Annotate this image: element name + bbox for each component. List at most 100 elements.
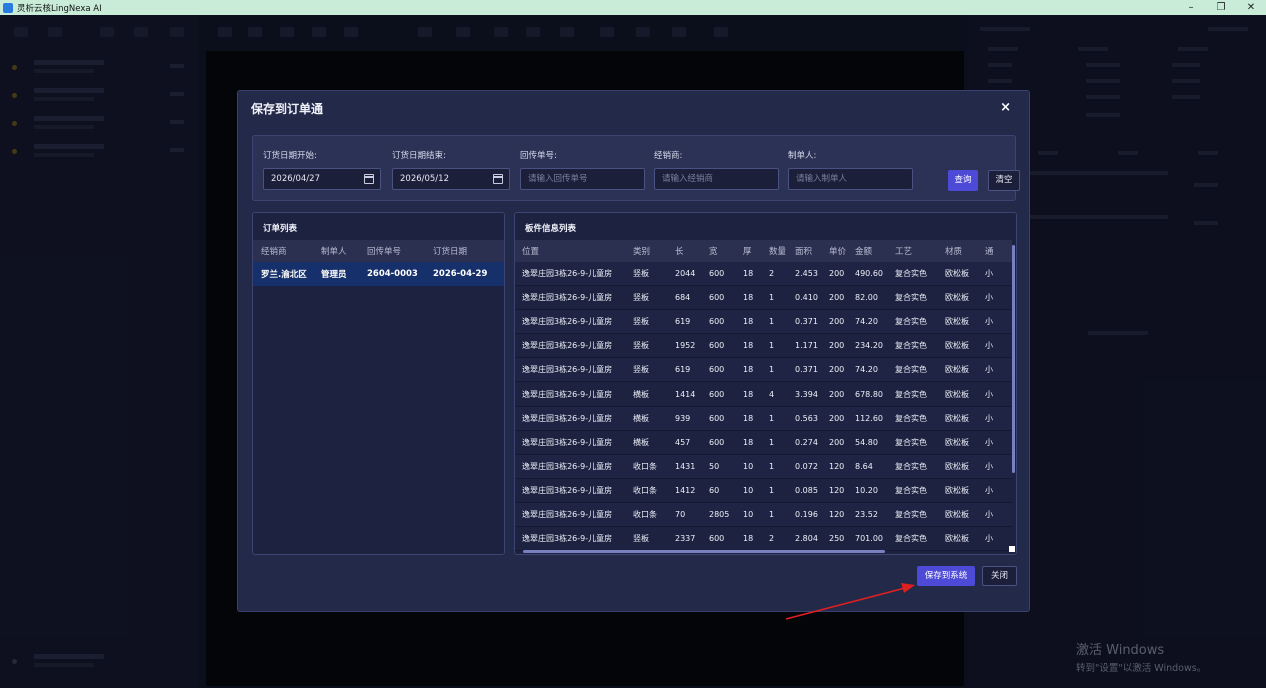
order-col-dealer[interactable]: 经销商 — [253, 245, 321, 257]
panel-cell: 200 — [829, 293, 845, 303]
panel-cell: 82.00 — [855, 293, 878, 303]
panel-col-header[interactable]: 数量 — [769, 245, 795, 257]
panel-cell: 250 — [829, 534, 845, 544]
window-controls: – ❐ ✕ — [1176, 0, 1266, 15]
panel-col-header[interactable]: 金额 — [855, 245, 895, 257]
order-cell: 2026-04-29 — [433, 269, 488, 279]
panel-cell: 50 — [709, 461, 720, 471]
panel-cell: 逸翠庄园3栋26-9-儿童房 — [522, 269, 613, 279]
panel-col-header[interactable]: 单价 — [829, 245, 855, 257]
dialog-close-icon[interactable]: × — [1000, 100, 1011, 115]
order-row-selected[interactable]: 罗兰.渝北区 管理员 2604-0003 2026-04-29 — [253, 262, 504, 286]
panel-cell: 1 — [769, 413, 775, 423]
filter-panel: 订货日期开始: 2026/04/27 订货日期结束: 2026/05/12 回传… — [252, 135, 1020, 201]
panel-row[interactable]: 逸翠庄园3栋26-9-儿童房 竖板 1952 600 18 1 1.171 200 234.20… — [515, 334, 1012, 359]
scrollbar-corner — [1009, 546, 1015, 552]
panel-row[interactable]: 逸翠庄园3栋26-9-儿童房 收口条 70 2805 10 1 0.196 120 23.52 复… — [515, 502, 1012, 528]
maximize-button[interactable]: ❐ — [1206, 0, 1236, 15]
panel-col-header[interactable]: 位置 — [515, 245, 633, 257]
panel-cell: 0.371 — [795, 317, 818, 327]
panel-col-header[interactable]: 面积 — [795, 245, 829, 257]
date-end-label: 订货日期结束: — [392, 151, 446, 161]
panel-row[interactable]: 逸翠庄园3栋26-9-儿童房 横板 457 600 18 1 0.274 200 54.80 复合… — [515, 430, 1012, 455]
panel-cell: 复合实色 — [895, 485, 927, 495]
panel-cell: 939 — [675, 413, 691, 423]
panel-col-header[interactable]: 类别 — [633, 245, 675, 257]
panel-row[interactable]: 逸翠庄园3栋26-9-儿童房 收口条 1412 60 10 1 0.085 120 10.20 复… — [515, 478, 1012, 503]
return-no-label: 回传单号: — [520, 151, 557, 161]
panel-row[interactable]: 逸翠庄园3栋26-9-儿童房 竖板 2044 600 18 2 2.453 200 490.60… — [515, 262, 1012, 287]
panel-row[interactable]: 逸翠庄园3栋26-9-儿童房 竖板 684 600 18 1 0.410 200 82.00 复合… — [515, 286, 1012, 311]
minimize-button[interactable]: – — [1176, 0, 1206, 15]
panel-cell: 逸翠庄园3栋26-9-儿童房 — [522, 389, 613, 399]
order-col-maker[interactable]: 制单人 — [321, 245, 367, 257]
panel-cell: 701.00 — [855, 534, 883, 544]
panel-cell: 18 — [743, 341, 754, 351]
horizontal-scrollbar[interactable] — [515, 550, 1012, 554]
save-to-order-dialog: 保存到订单通 × 订货日期开始: 2026/04/27 订货日期结束: 2026… — [237, 90, 1030, 612]
query-button[interactable]: 查询 — [948, 170, 978, 191]
panel-col-header[interactable]: 长 — [675, 245, 709, 257]
panel-cell: 1 — [769, 317, 775, 327]
panel-cell: 小 — [985, 485, 993, 495]
panel-cell: 1 — [769, 461, 775, 471]
app-logo-icon — [3, 2, 13, 13]
panel-cell: 0.072 — [795, 461, 818, 471]
panel-cell: 复合实色 — [895, 461, 927, 471]
order-col-return-no[interactable]: 回传单号 — [367, 245, 433, 257]
calendar-icon[interactable] — [493, 174, 503, 184]
horizontal-scroll-thumb[interactable] — [523, 550, 885, 553]
panel-cell: 18 — [743, 413, 754, 423]
dealer-input[interactable]: 请输入经销商 — [654, 168, 779, 190]
window-title: 灵析云核LingNexa AI — [17, 3, 102, 14]
panel-col-header[interactable]: 通 — [985, 245, 1005, 257]
panel-row[interactable]: 逸翠庄园3栋26-9-儿童房 竖板 619 600 18 1 0.371 200 74.20 复合… — [515, 310, 1012, 335]
order-col-date[interactable]: 订货日期 — [433, 245, 503, 257]
window-title-bar: 灵析云核LingNexa AI – ❐ ✕ — [0, 0, 1266, 15]
return-no-input[interactable]: 请输入回传单号 — [520, 168, 645, 190]
calendar-icon[interactable] — [364, 174, 374, 184]
panel-cell: 逸翠庄园3栋26-9-儿童房 — [522, 437, 613, 447]
maker-input[interactable]: 请输入制单人 — [788, 168, 913, 190]
date-start-picker[interactable]: 2026/04/27 — [263, 168, 381, 190]
panel-cell: 112.60 — [855, 413, 883, 423]
panel-cell: 200 — [829, 389, 845, 399]
panel-row[interactable]: 逸翠庄园3栋26-9-儿童房 竖板 2337 600 18 2 2.804 250 701.00… — [515, 527, 1012, 552]
panel-cell: 600 — [709, 413, 725, 423]
close-window-button[interactable]: ✕ — [1236, 0, 1266, 15]
panel-cell: 678.80 — [855, 389, 883, 399]
panel-cell: 复合实色 — [895, 413, 927, 423]
panel-cell: 600 — [709, 269, 725, 279]
panel-col-header[interactable]: 材质 — [945, 245, 985, 257]
date-end-picker[interactable]: 2026/05/12 — [392, 168, 510, 190]
panel-cell: 8.64 — [855, 461, 873, 471]
panel-cell: 18 — [743, 437, 754, 447]
panel-cell: 120 — [829, 509, 845, 519]
panel-cell: 欧松板 — [945, 437, 969, 447]
panel-cell: 欧松板 — [945, 485, 969, 495]
panel-cell: 10.20 — [855, 485, 878, 495]
panel-col-header[interactable]: 宽 — [709, 245, 743, 257]
save-to-system-button[interactable]: 保存到系统 — [917, 566, 975, 586]
panel-row[interactable]: 逸翠庄园3栋26-9-儿童房 收口条 1431 50 10 1 0.072 120 8.64 复合… — [515, 454, 1012, 479]
panel-cell: 200 — [829, 341, 845, 351]
panel-cell: 70 — [675, 509, 686, 519]
vertical-scroll-thumb[interactable] — [1012, 245, 1015, 473]
panel-cell: 欧松板 — [945, 317, 969, 327]
panel-cell: 10 — [743, 461, 754, 471]
vertical-scrollbar[interactable] — [1012, 240, 1016, 550]
panel-cell: 小 — [985, 389, 993, 399]
panel-cell: 0.563 — [795, 413, 818, 423]
panel-cell: 小 — [985, 534, 993, 544]
panel-cell: 1 — [769, 437, 775, 447]
panel-row[interactable]: 逸翠庄园3栋26-9-儿童房 竖板 619 600 18 1 0.371 200 74.20 复合… — [515, 358, 1012, 383]
panel-cell: 619 — [675, 317, 691, 327]
dialog-header: 保存到订单通 × — [238, 91, 1029, 123]
panel-row[interactable]: 逸翠庄园3栋26-9-儿童房 横板 1414 600 18 4 3.394 200 678.80… — [515, 382, 1012, 407]
panel-row[interactable]: 逸翠庄园3栋26-9-儿童房 横板 939 600 18 1 0.563 200 112.60 复… — [515, 406, 1012, 431]
panel-cell: 2 — [769, 534, 775, 544]
close-button[interactable]: 关闭 — [982, 566, 1017, 586]
panel-col-header[interactable]: 工艺 — [895, 245, 945, 257]
panel-col-header[interactable]: 厚 — [743, 245, 769, 257]
clear-button[interactable]: 清空 — [988, 170, 1020, 191]
